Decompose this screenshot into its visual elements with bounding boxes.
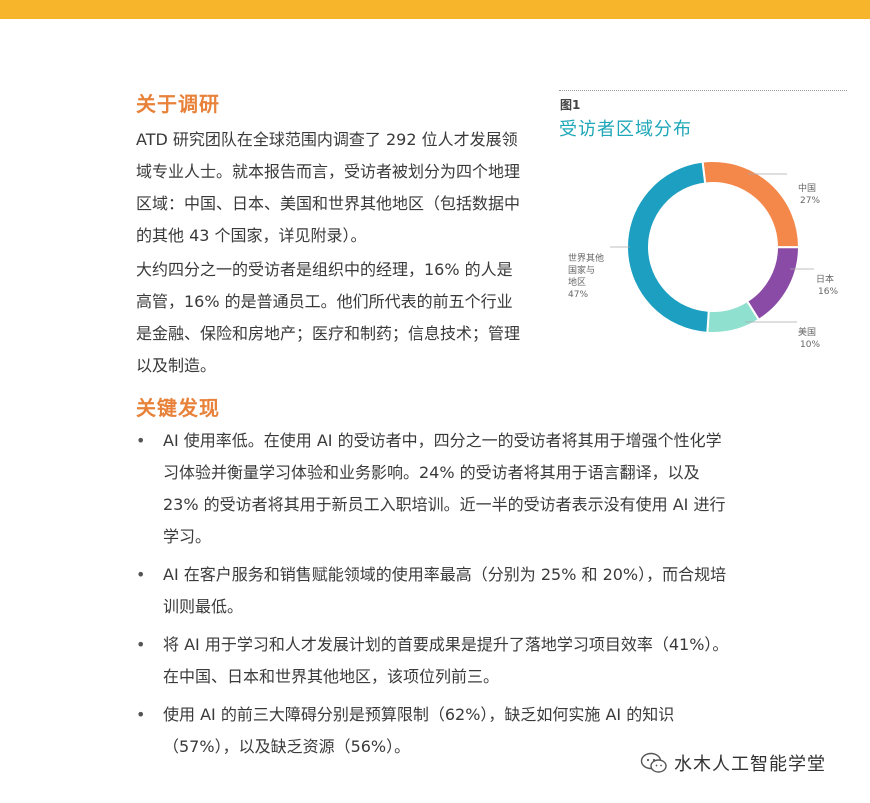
donut-slice-1: [745, 246, 801, 322]
wechat-icon: [640, 752, 667, 773]
about-paragraph-2: 大约四分之一的受访者是组织中的经理，16% 的人是高管，16% 的是普通员工。他…: [136, 260, 521, 375]
slice-label-usa-name: 美国: [798, 326, 816, 338]
donut-slice-3: [626, 160, 710, 334]
slice-label-japan-value: 16%: [818, 287, 838, 297]
bullet-dot-icon: •: [136, 705, 146, 724]
donut-slice-0: [701, 160, 800, 249]
about-heading: 关于调研: [136, 92, 220, 116]
slice-label-china-name: 中国: [798, 182, 816, 194]
finding-item: • AI 使用率低。在使用 AI 的受访者中，四分之一的受访者将其用于增强个性化学…: [136, 425, 736, 553]
bullet-dot-icon: •: [136, 565, 146, 584]
finding-item: • AI 在客户服务和销售赋能领域的使用率最高（分别为 25% 和 20%），而合…: [136, 559, 736, 623]
finding-text: 将 AI 用于学习和人才发展计划的首要成果是提升了落地学习项目效率（41%）。在…: [163, 635, 729, 686]
findings-heading: 关键发现: [136, 396, 220, 420]
slice-label-rest-line-3: 地区: [568, 276, 586, 288]
slice-label-rest-value: 47%: [568, 290, 588, 300]
slice-label-rest-line-2: 国家与: [568, 264, 595, 276]
donut-slice-2: [706, 299, 761, 334]
finding-text: 使用 AI 的前三大障碍分别是预算限制（62%），缺乏如何实施 AI 的知识（5…: [163, 705, 675, 756]
watermark: 水木人工智能学堂: [640, 750, 826, 776]
slice-label-japan-name: 日本: [816, 273, 834, 285]
slice-label-usa-value: 10%: [800, 340, 820, 350]
bullet-dot-icon: •: [136, 431, 146, 450]
figure-label: 图1: [560, 98, 581, 112]
about-paragraph-1: ATD 研究团队在全球范围内调查了 292 位人才发展领域专业人士。就本报告而言…: [136, 130, 521, 245]
finding-text: AI 使用率低。在使用 AI 的受访者中，四分之一的受访者将其用于增强个性化学习…: [163, 431, 726, 546]
slice-label-rest-line-1: 世界其他: [568, 252, 604, 264]
finding-item: • 将 AI 用于学习和人才发展计划的首要成果是提升了落地学习项目效率（41%）。…: [136, 629, 736, 693]
slice-label-china-value: 27%: [800, 196, 820, 206]
watermark-text: 水木人工智能学堂: [674, 754, 826, 775]
findings-list: • AI 使用率低。在使用 AI 的受访者中，四分之一的受访者将其用于增强个性化学…: [136, 425, 736, 769]
bullet-dot-icon: •: [136, 635, 146, 654]
top-accent-bar: [0, 0, 870, 19]
figure-title: 受访者区域分布: [559, 119, 692, 140]
figure-divider: [559, 90, 847, 91]
finding-text: AI 在客户服务和销售赋能领域的使用率最高（分别为 25% 和 20%），而合规…: [163, 565, 727, 616]
